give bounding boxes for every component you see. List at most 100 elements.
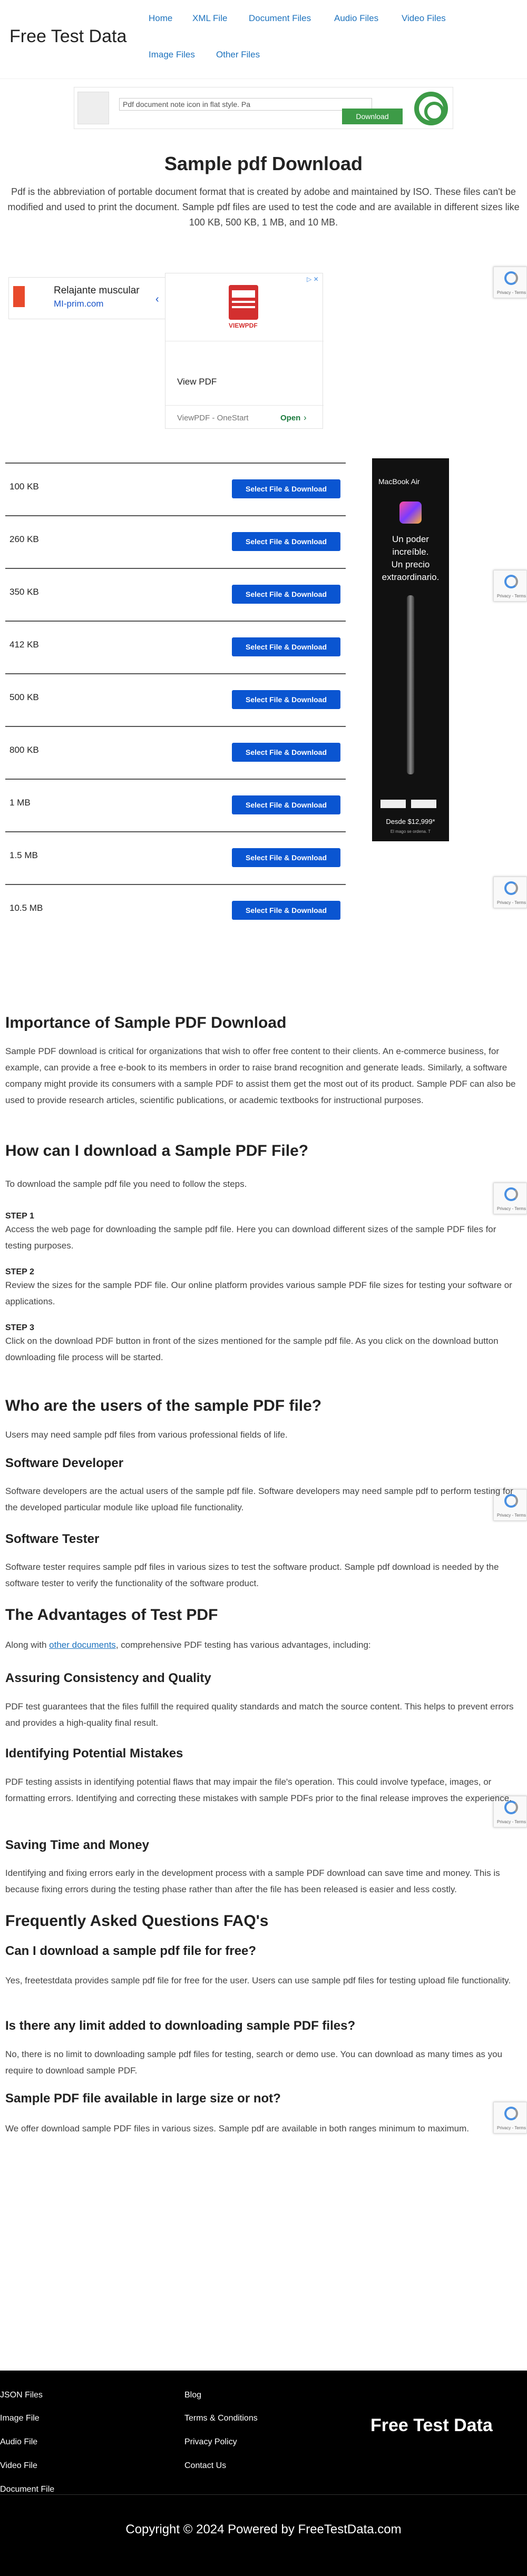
heading-software-tester: Software Tester	[5, 1532, 100, 1546]
page-intro: Pdf is the abbreviation of portable docu…	[7, 186, 520, 228]
download-button[interactable]: Select File & Download	[232, 901, 340, 920]
download-button[interactable]: Select File & Download	[232, 795, 340, 814]
faq-answer: No, there is no limit to downloading sam…	[5, 2049, 503, 2076]
faq-question: Is there any limit added to downloading …	[5, 2019, 356, 2033]
ad-side-small: El mago se ordena. T	[390, 829, 431, 834]
nav-document-files[interactable]: Document Files	[249, 13, 311, 24]
paragraph-mistakes: PDF testing assists in identifying poten…	[5, 1777, 512, 1803]
paragraph-who: Users may need sample pdf files from var…	[5, 1430, 288, 1440]
paragraph-developer: Software developers are the actual users…	[5, 1486, 513, 1512]
download-button[interactable]: Select File & Download	[232, 743, 340, 762]
site-header: Free Test Data Home XML File Document Fi…	[0, 0, 527, 79]
step-1-text: Access the web page for downloading the …	[5, 1224, 496, 1251]
recaptcha-badge[interactable]: Privacy - Terms	[493, 267, 527, 298]
chevron-left-icon[interactable]: ‹	[155, 293, 159, 306]
download-size: 800 KB	[9, 745, 39, 755]
ad-muscle-relaxant[interactable]: Relajante muscular MI-prim.com ‹	[8, 277, 167, 319]
ad-card-source: ViewPDF - OneStart	[177, 414, 249, 422]
download-button[interactable]: Select File & Download	[232, 637, 340, 656]
link-other-documents[interactable]: other documents	[49, 1640, 116, 1650]
footer-brand[interactable]: Free Test Data	[370, 2415, 493, 2436]
heading-mistakes: Identifying Potential Mistakes	[5, 1746, 183, 1761]
step-3-text: Click on the download PDF button in fron…	[5, 1336, 499, 1362]
page-title: Sample pdf Download	[164, 153, 363, 174]
paragraph-importance: Sample PDF download is critical for orga…	[5, 1046, 516, 1105]
heading-software-developer: Software Developer	[5, 1456, 124, 1470]
footer-link-video[interactable]: Video File	[0, 2461, 37, 2471]
footer-link-audio[interactable]: Audio File	[0, 2437, 37, 2447]
step-1-heading: STEP 1	[5, 1212, 34, 1221]
nav-image-files[interactable]: Image Files	[149, 50, 195, 60]
nav-video-files[interactable]: Video Files	[402, 13, 446, 24]
recaptcha-badge[interactable]: Privacy - Terms	[493, 570, 527, 602]
download-size: 350 KB	[9, 587, 39, 597]
faq-answer: Yes, freetestdata provides sample pdf fi…	[5, 1975, 511, 1985]
m2-chip-icon	[399, 502, 422, 524]
paragraph-tester: Software tester requires sample pdf file…	[5, 1562, 499, 1588]
recaptcha-badge[interactable]: Privacy - Terms	[493, 877, 527, 908]
faq-question: Can I download a sample pdf file for fre…	[5, 1944, 257, 1958]
footer-link-privacy[interactable]: Privacy Policy	[184, 2437, 237, 2447]
nav-xml-file[interactable]: XML File	[192, 13, 227, 24]
heading-consistency: Assuring Consistency and Quality	[5, 1671, 211, 1685]
footer-copyright: Copyright © 2024 Powered by FreeTestData…	[125, 2522, 402, 2536]
ad-view-pdf[interactable]: ▷ ✕ VIEWPDF View PDF ViewPDF - OneStart …	[165, 273, 324, 429]
store-logo-1	[380, 800, 406, 808]
download-size: 1 MB	[9, 798, 31, 808]
paragraph-advantages: Along with other documents, comprehensiv…	[5, 1640, 371, 1650]
step-2-text: Review the sizes for the sample PDF file…	[5, 1280, 512, 1306]
swirl-logo-icon	[414, 92, 448, 125]
ad-text: Pdf document note icon in flat style. Pa	[119, 98, 372, 111]
ad-card-title: View PDF	[177, 377, 217, 387]
heading-advantages: The Advantages of Test PDF	[5, 1606, 218, 1624]
heading-importance: Importance of Sample PDF Download	[5, 1014, 287, 1031]
nav-audio-files[interactable]: Audio Files	[334, 13, 378, 24]
ad-choices-icon[interactable]: ▷ ✕	[307, 276, 319, 283]
download-button[interactable]: Select File & Download	[232, 532, 340, 551]
viewpdf-logo: VIEWPDF	[229, 322, 258, 329]
pdf-note-icon	[77, 92, 109, 124]
paragraph-time-money: Identifying and fixing errors early in t…	[5, 1868, 500, 1894]
heading-who-uses: Who are the users of the sample PDF file…	[5, 1397, 322, 1414]
paragraph-how: To download the sample pdf file you need…	[5, 1179, 247, 1189]
nav-other-files[interactable]: Other Files	[216, 50, 260, 60]
ad-side-headline: Un poder increíble. Un precio extraordin…	[382, 534, 440, 582]
heading-how-to-download: How can I download a Sample PDF File?	[5, 1142, 309, 1159]
product-box-icon	[13, 286, 25, 307]
footer-link-image[interactable]: Image File	[0, 2414, 40, 2423]
paragraph-consistency: PDF test guarantees that the files fulfi…	[5, 1702, 514, 1728]
footer-link-terms[interactable]: Terms & Conditions	[184, 2414, 258, 2423]
heading-time-money: Saving Time and Money	[5, 1838, 149, 1852]
step-2-heading: STEP 2	[5, 1267, 34, 1276]
ad-left-site[interactable]: MI-prim.com	[54, 299, 103, 309]
download-button[interactable]: Select File & Download	[232, 585, 340, 604]
download-size: 500 KB	[9, 692, 39, 702]
ad-macbook-air[interactable]: MacBook Air Un poder increíble. Un preci…	[372, 458, 449, 841]
footer-link-contact[interactable]: Contact Us	[184, 2461, 226, 2471]
ad-left-title: Relajante muscular	[54, 285, 140, 296]
download-size: 100 KB	[9, 481, 39, 491]
heading-faq: Frequently Asked Questions FAQ's	[5, 1912, 269, 1930]
ad-download-button[interactable]: Download	[342, 109, 403, 124]
download-button[interactable]: Select File & Download	[232, 690, 340, 709]
download-size: 412 KB	[9, 640, 39, 650]
store-logo-2	[411, 800, 436, 808]
site-logo[interactable]: Free Test Data	[9, 26, 126, 47]
ad-card-open[interactable]: Open	[280, 414, 300, 422]
chevron-right-icon: ›	[304, 412, 307, 422]
footer-link-document[interactable]: Document File	[0, 2485, 54, 2494]
faq-question: Sample PDF file available in large size …	[5, 2091, 281, 2106]
download-button[interactable]: Select File & Download	[232, 479, 340, 498]
nav-home[interactable]: Home	[149, 13, 172, 24]
faq-answer: We offer download sample PDF files in va…	[5, 2123, 469, 2133]
ad-side-price: Desde $12,999*	[386, 818, 435, 825]
top-ad-banner[interactable]: Pdf document note icon in flat style. Pa…	[74, 87, 453, 129]
footer-link-blog[interactable]: Blog	[184, 2391, 201, 2400]
pdf-file-icon	[229, 285, 258, 320]
footer-link-json[interactable]: JSON Files	[0, 2391, 43, 2400]
ad-side-brand: MacBook Air	[378, 477, 420, 486]
download-size: 1.5 MB	[9, 850, 38, 860]
download-button[interactable]: Select File & Download	[232, 848, 340, 867]
footer-divider	[0, 2494, 527, 2495]
download-size: 10.5 MB	[9, 903, 43, 913]
